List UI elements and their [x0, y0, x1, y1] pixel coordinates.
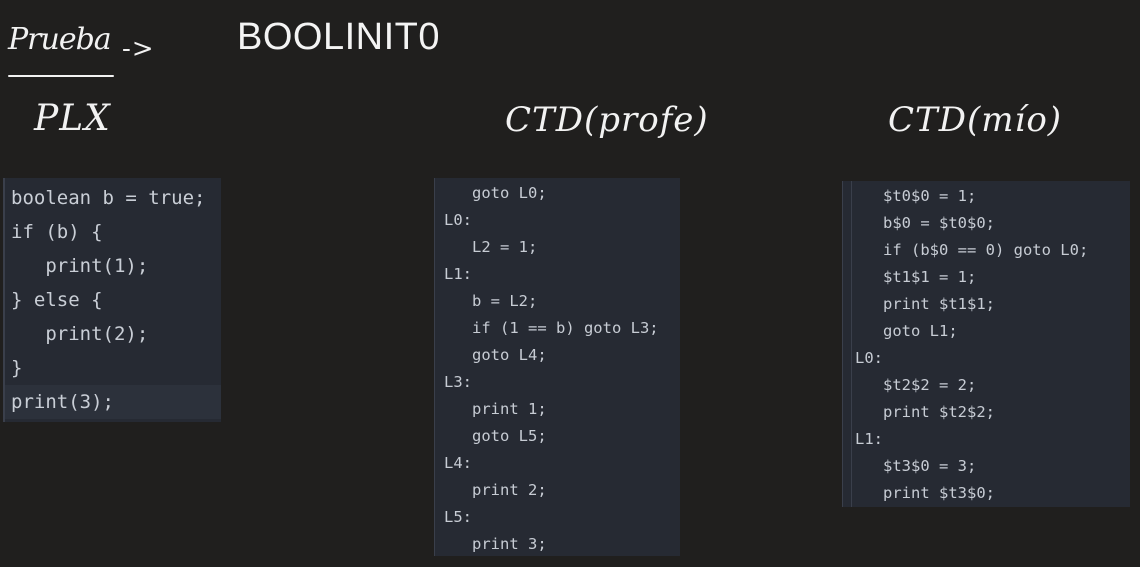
code-line: print $t3$0;	[855, 484, 995, 502]
code-line: L1:	[855, 430, 883, 448]
code-line: print $t1$1;	[855, 295, 995, 313]
code-line: L0:	[444, 211, 472, 229]
code-line: goto L0;	[444, 184, 547, 202]
code-line: L2 = 1;	[444, 238, 538, 256]
code-line: print 3;	[444, 535, 547, 553]
ctd-profe-code-panel: goto L0; L0: L2 = 1; L1: b = L2; if (1 =…	[434, 178, 680, 556]
code-line: if (b) {	[11, 221, 103, 243]
code-line: $t1$1 = 1;	[855, 268, 977, 286]
code-line-current: print(3);	[5, 385, 221, 419]
code-line: print(2);	[11, 323, 149, 345]
code-line: print 2;	[444, 481, 547, 499]
ctd-profe-label: CTD(profe)	[505, 100, 709, 140]
code-line: L1:	[444, 265, 472, 283]
code-line: } else {	[11, 289, 103, 311]
ctd-mio-code-panel: $t0$0 = 1; b$0 = $t0$0; if (b$0 == 0) go…	[842, 181, 1130, 507]
code-line: if (1 == b) goto L3;	[444, 319, 659, 337]
prueba-label: Prueba	[8, 22, 112, 57]
code-line: goto L5;	[444, 427, 547, 445]
code-line: $t2$2 = 2;	[855, 376, 977, 394]
plx-code-panel: boolean b = true; if (b) { print(1); } e…	[3, 178, 221, 422]
code-line: L4:	[444, 454, 472, 472]
code-line: goto L1;	[855, 322, 958, 340]
ctd-mio-label: CTD(mío)	[888, 100, 1063, 140]
prueba-underline	[8, 75, 114, 77]
code-line: boolean b = true;	[11, 187, 206, 209]
code-line: b$0 = $t0$0;	[855, 214, 995, 232]
code-line: b = L2;	[444, 292, 538, 310]
plx-label: PLX	[34, 98, 111, 139]
arrow-icon: ->	[122, 34, 155, 64]
code-line: print 1;	[444, 400, 547, 418]
page-title: BOOLINIT0	[237, 16, 440, 58]
code-line: $t3$0 = 3;	[855, 457, 977, 475]
code-line: if (b$0 == 0) goto L0;	[855, 241, 1089, 259]
indent-guide	[851, 181, 852, 507]
code-line: L3:	[444, 373, 472, 391]
code-line: print(1);	[11, 255, 149, 277]
code-line: L0:	[855, 349, 883, 367]
code-line: L5:	[444, 508, 472, 526]
code-line: goto L4;	[444, 346, 547, 364]
code-line: print $t2$2;	[855, 403, 995, 421]
code-line: }	[11, 357, 23, 379]
code-line: $t0$0 = 1;	[855, 187, 977, 205]
